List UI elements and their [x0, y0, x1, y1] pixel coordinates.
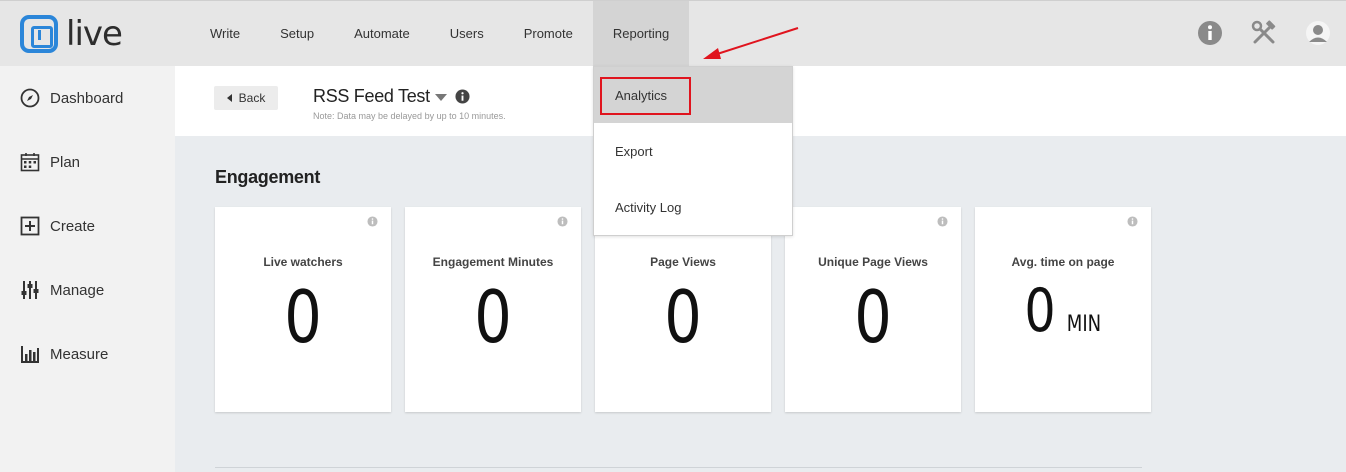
sliders-icon — [21, 281, 39, 299]
logo-icon — [20, 15, 58, 53]
nav-setup[interactable]: Setup — [260, 1, 334, 66]
sidebar-item-plan[interactable]: Plan — [0, 130, 175, 194]
metric-label: Page Views — [650, 255, 716, 269]
sidebar-item-measure[interactable]: Measure — [0, 322, 175, 386]
nav-reporting[interactable]: Reporting — [592, 1, 690, 66]
data-delay-note: Note: Data may be delayed by up to 10 mi… — [313, 111, 506, 121]
back-button-label: Back — [238, 91, 266, 105]
bar-chart-icon — [21, 346, 39, 363]
top-icons — [1170, 19, 1332, 47]
nav-users[interactable]: Users — [430, 1, 504, 66]
user-avatar-icon[interactable] — [1304, 19, 1332, 47]
compass-icon — [20, 88, 40, 108]
chevron-down-icon[interactable] — [434, 94, 447, 101]
menu-item-activity-log[interactable]: Activity Log — [594, 179, 792, 235]
plus-square-icon — [20, 216, 40, 236]
sidebar: Dashboard Plan Create Manage Measure — [0, 66, 175, 472]
info-icon[interactable] — [937, 216, 948, 227]
sidebar-item-dashboard[interactable]: Dashboard — [0, 66, 175, 130]
metric-card-live-watchers: Live watchers 0 — [215, 207, 391, 412]
menu-item-analytics[interactable]: Analytics — [594, 67, 792, 123]
metric-value: 0 — [284, 275, 322, 359]
logo[interactable]: live — [20, 14, 123, 54]
tools-icon[interactable] — [1250, 19, 1278, 47]
info-icon[interactable] — [1196, 19, 1224, 47]
metric-value-unit: MIN — [1066, 312, 1102, 337]
metric-label: Live watchers — [263, 255, 343, 269]
metric-value: 0 MIN — [975, 275, 1151, 347]
metric-label: Engagement Minutes — [432, 255, 554, 269]
main-nav: Write Setup Automate Users Promote Repor… — [190, 1, 690, 66]
calendar-icon — [20, 153, 40, 172]
sidebar-item-manage[interactable]: Manage — [0, 258, 175, 322]
nav-write[interactable]: Write — [190, 1, 260, 66]
section-divider — [215, 467, 1142, 468]
metric-value: 0 — [854, 275, 892, 359]
annotation-arrow-icon — [703, 27, 799, 59]
info-icon[interactable] — [1127, 216, 1138, 227]
metric-value: 0 — [664, 275, 702, 359]
page-title-text: RSS Feed Test — [313, 86, 430, 106]
sidebar-item-create[interactable]: Create — [0, 194, 175, 258]
metric-label: Unique Page Views — [818, 255, 928, 269]
menu-item-export[interactable]: Export — [594, 123, 792, 179]
metric-value: 0 — [474, 275, 512, 359]
sidebar-item-label: Dashboard — [50, 89, 124, 107]
logo-text: live — [66, 14, 123, 54]
info-icon[interactable] — [367, 216, 378, 227]
section-title: Engagement — [215, 167, 321, 187]
info-icon[interactable] — [557, 216, 568, 227]
metric-label: Avg. time on page — [1011, 255, 1115, 269]
info-icon[interactable] — [455, 89, 470, 104]
sidebar-item-label: Create — [50, 217, 96, 235]
metric-card-avg-time-on-page: Avg. time on page 0 MIN — [975, 207, 1151, 412]
back-button[interactable]: Back — [214, 86, 278, 110]
back-arrow-icon — [226, 94, 232, 102]
metric-card-unique-page-views: Unique Page Views 0 — [785, 207, 961, 412]
top-bar: live Write Setup Automate Users Promote … — [0, 0, 1346, 66]
sidebar-item-label: Manage — [50, 281, 105, 299]
page-title: RSS Feed Test — [313, 86, 470, 107]
reporting-dropdown-menu: Analytics Export Activity Log — [593, 66, 793, 236]
metric-card-page-views: Page Views 0 — [595, 207, 771, 412]
metric-card-engagement-minutes: Engagement Minutes 0 — [405, 207, 581, 412]
metric-value-number: 0 — [1024, 276, 1056, 346]
nav-automate[interactable]: Automate — [334, 1, 430, 66]
nav-promote[interactable]: Promote — [504, 1, 593, 66]
sidebar-item-label: Plan — [50, 153, 81, 171]
sidebar-item-label: Measure — [50, 345, 109, 363]
